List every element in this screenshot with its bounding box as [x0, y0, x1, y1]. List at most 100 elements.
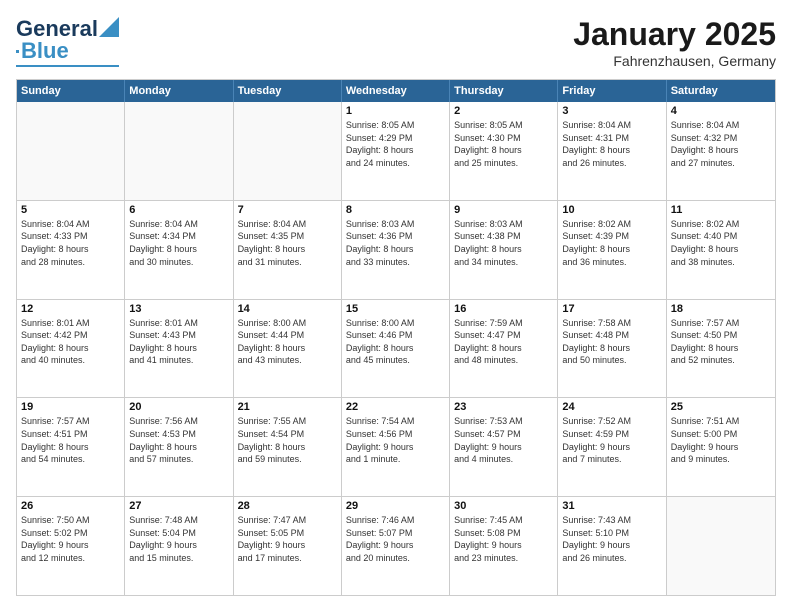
cell-info: Sunrise: 7:58 AMSunset: 4:48 PMDaylight:…	[562, 317, 661, 367]
day-cell-empty-0-0	[17, 102, 125, 200]
header-day-sunday: Sunday	[17, 80, 125, 102]
header-day-friday: Friday	[558, 80, 666, 102]
day-number: 18	[671, 303, 771, 315]
logo-blue: Blue	[21, 38, 69, 64]
day-cell-empty-0-2	[234, 102, 342, 200]
cell-info: Sunrise: 8:01 AMSunset: 4:42 PMDaylight:…	[21, 317, 120, 367]
day-number: 14	[238, 303, 337, 315]
day-cell-8: 8Sunrise: 8:03 AMSunset: 4:36 PMDaylight…	[342, 201, 450, 299]
day-cell-14: 14 Sunrise: 8:00 AMSunset: 4:44 PMDayligh…	[234, 300, 342, 398]
week-row-2: 5Sunrise: 8:04 AMSunset: 4:33 PMDaylight…	[17, 201, 775, 300]
cell-info: Sunrise: 7:57 AMSunset: 4:51 PMDaylight:…	[21, 415, 120, 465]
day-cell-26: 26 Sunrise: 7:50 AMSunset: 5:02 PMDayligh…	[17, 497, 125, 595]
cell-info: Sunrise: 8:03 AMSunset: 4:36 PMDaylight:…	[346, 218, 445, 268]
day-number: 15	[346, 303, 445, 315]
day-number: 9	[454, 204, 553, 216]
cell-info: Sunrise: 8:02 AMSunset: 4:39 PMDaylight:…	[562, 218, 661, 268]
day-number: 12	[21, 303, 120, 315]
day-number: 21	[238, 401, 337, 413]
day-cell-30: 30 Sunrise: 7:45 AMSunset: 5:08 PMDayligh…	[450, 497, 558, 595]
header-day-monday: Monday	[125, 80, 233, 102]
day-number: 30	[454, 500, 553, 512]
cell-info: Sunrise: 8:04 AMSunset: 4:35 PMDaylight:…	[238, 218, 337, 268]
header-day-tuesday: Tuesday	[234, 80, 342, 102]
day-number: 25	[671, 401, 771, 413]
header-day-saturday: Saturday	[667, 80, 775, 102]
cell-info: Sunrise: 7:59 AMSunset: 4:47 PMDaylight:…	[454, 317, 553, 367]
day-number: 16	[454, 303, 553, 315]
title-block: January 2025 Fahrenzhausen, Germany	[573, 16, 776, 69]
cell-info: Sunrise: 7:56 AMSunset: 4:53 PMDaylight:…	[129, 415, 228, 465]
day-number: 24	[562, 401, 661, 413]
day-number: 13	[129, 303, 228, 315]
calendar-body: 1 Sunrise: 8:05 AMSunset: 4:29 PMDaylight…	[17, 102, 775, 595]
day-cell-22: 22 Sunrise: 7:54 AMSunset: 4:56 PMDayligh…	[342, 398, 450, 496]
logo: General Blue	[16, 16, 119, 67]
cell-info: Sunrise: 8:05 AMSunset: 4:30 PMDaylight:…	[454, 119, 553, 169]
day-number: 27	[129, 500, 228, 512]
cell-info: Sunrise: 8:04 AMSunset: 4:34 PMDaylight:…	[129, 218, 228, 268]
cell-info: Sunrise: 7:45 AMSunset: 5:08 PMDaylight:…	[454, 514, 553, 564]
cell-info: Sunrise: 8:05 AMSunset: 4:29 PMDaylight:…	[346, 119, 445, 169]
day-cell-15: 15 Sunrise: 8:00 AMSunset: 4:46 PMDayligh…	[342, 300, 450, 398]
day-cell-11: 11Sunrise: 8:02 AMSunset: 4:40 PMDayligh…	[667, 201, 775, 299]
week-row-4: 19 Sunrise: 7:57 AMSunset: 4:51 PMDayligh…	[17, 398, 775, 497]
day-cell-29: 29 Sunrise: 7:46 AMSunset: 5:07 PMDayligh…	[342, 497, 450, 595]
week-row-5: 26 Sunrise: 7:50 AMSunset: 5:02 PMDayligh…	[17, 497, 775, 595]
day-cell-4: 4Sunrise: 8:04 AMSunset: 4:32 PMDaylight…	[667, 102, 775, 200]
day-number: 3	[562, 105, 661, 117]
day-cell-10: 10 Sunrise: 8:02 AMSunset: 4:39 PMDayligh…	[558, 201, 666, 299]
logo-underline	[16, 65, 119, 67]
header-day-wednesday: Wednesday	[342, 80, 450, 102]
cell-info: Sunrise: 7:54 AMSunset: 4:56 PMDaylight:…	[346, 415, 445, 465]
day-cell-2: 2Sunrise: 8:05 AMSunset: 4:30 PMDaylight…	[450, 102, 558, 200]
calendar: SundayMondayTuesdayWednesdayThursdayFrid…	[16, 79, 776, 596]
day-number: 29	[346, 500, 445, 512]
cell-info: Sunrise: 7:50 AMSunset: 5:02 PMDaylight:…	[21, 514, 120, 564]
logo-triangle-icon	[99, 17, 119, 37]
cell-info: Sunrise: 7:46 AMSunset: 5:07 PMDaylight:…	[346, 514, 445, 564]
day-cell-1: 1 Sunrise: 8:05 AMSunset: 4:29 PMDaylight…	[342, 102, 450, 200]
cell-info: Sunrise: 8:00 AMSunset: 4:44 PMDaylight:…	[238, 317, 337, 367]
cell-info: Sunrise: 8:01 AMSunset: 4:43 PMDaylight:…	[129, 317, 228, 367]
day-cell-21: 21Sunrise: 7:55 AMSunset: 4:54 PMDayligh…	[234, 398, 342, 496]
day-cell-28: 28Sunrise: 7:47 AMSunset: 5:05 PMDayligh…	[234, 497, 342, 595]
day-cell-24: 24 Sunrise: 7:52 AMSunset: 4:59 PMDayligh…	[558, 398, 666, 496]
day-cell-25: 25 Sunrise: 7:51 AMSunset: 5:00 PMDayligh…	[667, 398, 775, 496]
day-cell-20: 20 Sunrise: 7:56 AMSunset: 4:53 PMDayligh…	[125, 398, 233, 496]
cell-info: Sunrise: 7:51 AMSunset: 5:00 PMDaylight:…	[671, 415, 771, 465]
cell-info: Sunrise: 8:03 AMSunset: 4:38 PMDaylight:…	[454, 218, 553, 268]
cell-info: Sunrise: 8:00 AMSunset: 4:46 PMDaylight:…	[346, 317, 445, 367]
cell-info: Sunrise: 8:02 AMSunset: 4:40 PMDaylight:…	[671, 218, 771, 268]
day-number: 17	[562, 303, 661, 315]
day-number: 20	[129, 401, 228, 413]
day-cell-5: 5Sunrise: 8:04 AMSunset: 4:33 PMDaylight…	[17, 201, 125, 299]
day-cell-19: 19 Sunrise: 7:57 AMSunset: 4:51 PMDayligh…	[17, 398, 125, 496]
header: General Blue January 2025 Fahrenzhausen,…	[16, 16, 776, 69]
calendar-header-row: SundayMondayTuesdayWednesdayThursdayFrid…	[17, 80, 775, 102]
cell-info: Sunrise: 7:52 AMSunset: 4:59 PMDaylight:…	[562, 415, 661, 465]
day-cell-17: 17 Sunrise: 7:58 AMSunset: 4:48 PMDayligh…	[558, 300, 666, 398]
cell-info: Sunrise: 7:43 AMSunset: 5:10 PMDaylight:…	[562, 514, 661, 564]
day-cell-27: 27 Sunrise: 7:48 AMSunset: 5:04 PMDayligh…	[125, 497, 233, 595]
day-cell-13: 13 Sunrise: 8:01 AMSunset: 4:43 PMDayligh…	[125, 300, 233, 398]
day-cell-31: 31Sunrise: 7:43 AMSunset: 5:10 PMDayligh…	[558, 497, 666, 595]
day-cell-6: 6Sunrise: 8:04 AMSunset: 4:34 PMDaylight…	[125, 201, 233, 299]
day-cell-empty-0-1	[125, 102, 233, 200]
cell-info: Sunrise: 8:04 AMSunset: 4:33 PMDaylight:…	[21, 218, 120, 268]
day-number: 1	[346, 105, 445, 117]
week-row-1: 1 Sunrise: 8:05 AMSunset: 4:29 PMDaylight…	[17, 102, 775, 201]
day-number: 10	[562, 204, 661, 216]
week-row-3: 12 Sunrise: 8:01 AMSunset: 4:42 PMDayligh…	[17, 300, 775, 399]
day-cell-12: 12 Sunrise: 8:01 AMSunset: 4:42 PMDayligh…	[17, 300, 125, 398]
day-cell-18: 18Sunrise: 7:57 AMSunset: 4:50 PMDayligh…	[667, 300, 775, 398]
day-number: 22	[346, 401, 445, 413]
day-number: 7	[238, 204, 337, 216]
day-number: 26	[21, 500, 120, 512]
cell-info: Sunrise: 7:53 AMSunset: 4:57 PMDaylight:…	[454, 415, 553, 465]
day-cell-7: 7 Sunrise: 8:04 AMSunset: 4:35 PMDaylight…	[234, 201, 342, 299]
cell-info: Sunrise: 7:48 AMSunset: 5:04 PMDaylight:…	[129, 514, 228, 564]
calendar-subtitle: Fahrenzhausen, Germany	[573, 53, 776, 69]
cell-info: Sunrise: 8:04 AMSunset: 4:32 PMDaylight:…	[671, 119, 771, 169]
day-number: 19	[21, 401, 120, 413]
